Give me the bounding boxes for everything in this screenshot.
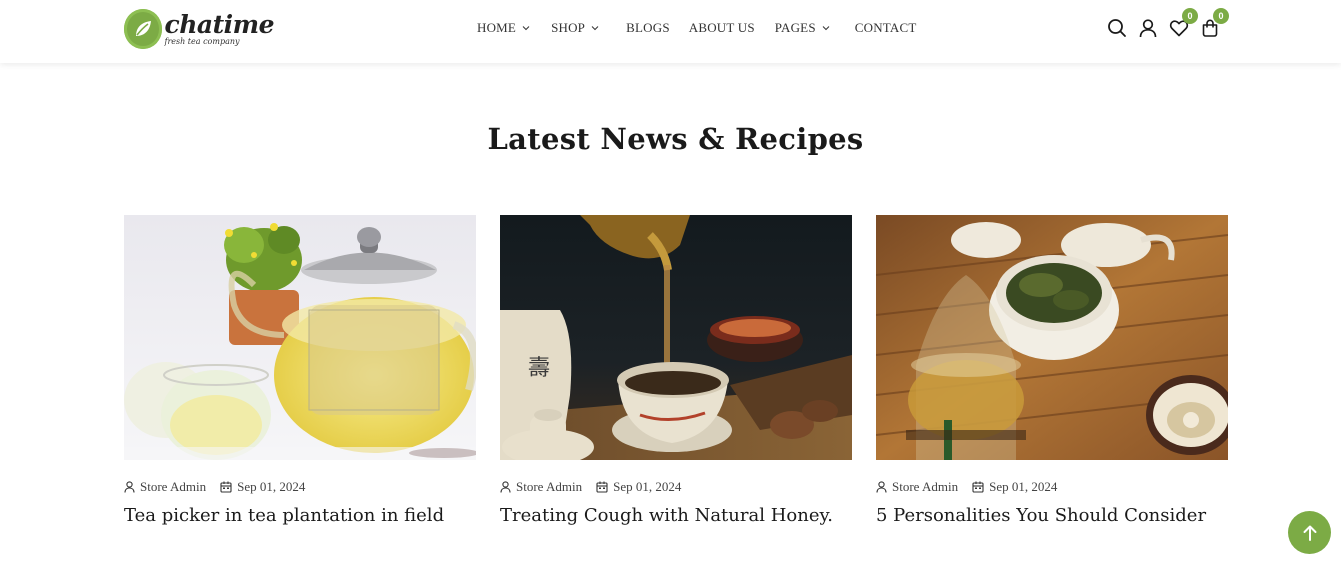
svg-text:壽: 壽: [528, 356, 550, 381]
blog-card-image[interactable]: [124, 215, 476, 460]
account-button[interactable]: [1137, 17, 1159, 39]
main-nav: HOME SHOP BLOGS ABOUT US PAGES CONTACT: [477, 0, 917, 56]
user-icon: [1139, 19, 1157, 38]
blog-card-meta: Store Admin Sep 01, 2024: [500, 479, 852, 495]
nav-item-home[interactable]: HOME: [477, 20, 530, 36]
glass-teapot-photo: [124, 215, 476, 460]
blog-card: 壽 Store Admin Sep 01, 2024 Treating Coug…: [500, 215, 852, 526]
nav-item-label: BLOGS: [626, 20, 670, 35]
post-date-text: Sep 01, 2024: [989, 479, 1058, 494]
post-author[interactable]: Store Admin: [124, 479, 206, 495]
post-date: Sep 01, 2024: [220, 479, 305, 495]
search-icon: [1108, 19, 1126, 37]
post-title-link[interactable]: 5 Personalities You Should Consider: [876, 505, 1228, 526]
post-title-link[interactable]: Treating Cough with Natural Honey.: [500, 505, 852, 526]
tea-set-tray-photo: [876, 215, 1228, 460]
nav-item-shop[interactable]: SHOP: [551, 20, 599, 36]
brand-name: chatime: [164, 10, 274, 39]
nav-item-blogs[interactable]: BLOGS: [626, 20, 670, 36]
cart-button[interactable]: 0: [1199, 8, 1229, 39]
nav-item-label: PAGES: [774, 20, 816, 35]
leaf-logo-icon: [124, 9, 163, 49]
nav-item-label: CONTACT: [854, 20, 917, 35]
wishlist-count-badge: 0: [1182, 8, 1198, 24]
post-date: Sep 01, 2024: [972, 479, 1057, 495]
nav-item-pages[interactable]: PAGES: [775, 20, 830, 36]
post-date: Sep 01, 2024: [596, 479, 681, 495]
section-title: Latest News & Recipes: [487, 122, 864, 156]
chevron-down-icon: [591, 26, 599, 31]
blog-card-image[interactable]: 壽: [500, 215, 852, 460]
blog-card-meta: Store Admin Sep 01, 2024: [124, 479, 476, 495]
blog-card: Store Admin Sep 01, 2024 5 Personalities…: [876, 215, 1228, 526]
brand-logo[interactable]: chatime fresh tea company: [124, 4, 274, 54]
post-date-text: Sep 01, 2024: [613, 479, 682, 494]
calendar-icon: [972, 481, 984, 493]
blog-card-meta: Store Admin Sep 01, 2024: [876, 479, 1228, 495]
pouring-tea-photo: 壽: [500, 215, 852, 460]
user-icon: [500, 481, 511, 493]
arrow-up-icon: [1303, 525, 1316, 541]
calendar-icon: [220, 481, 232, 493]
post-author[interactable]: Store Admin: [876, 479, 958, 495]
blog-card: Store Admin Sep 01, 2024 Tea picker in t…: [124, 215, 476, 526]
nav-item-label: ABOUT US: [688, 20, 755, 35]
chevron-down-icon: [822, 26, 830, 31]
nav-item-label: SHOP: [551, 20, 586, 35]
user-icon: [124, 481, 135, 493]
post-author-name: Store Admin: [892, 479, 959, 494]
nav-item-label: HOME: [477, 20, 517, 35]
brand-tagline: fresh tea company: [164, 37, 240, 46]
nav-item-about-us[interactable]: ABOUT US: [689, 20, 755, 36]
chevron-down-icon: [522, 26, 530, 31]
post-author-name: Store Admin: [516, 479, 583, 494]
nav-item-contact[interactable]: CONTACT: [855, 20, 917, 36]
post-date-text: Sep 01, 2024: [237, 479, 306, 494]
site-header: chatime fresh tea company HOME SHOP BLOG…: [0, 0, 1341, 63]
blog-card-image[interactable]: [876, 215, 1228, 460]
cart-count-badge: 0: [1213, 8, 1229, 24]
search-button[interactable]: [1106, 17, 1128, 39]
post-author[interactable]: Store Admin: [500, 479, 582, 495]
user-icon: [876, 481, 887, 493]
wishlist-button[interactable]: 0: [1168, 8, 1198, 39]
scroll-to-top-button[interactable]: [1288, 511, 1331, 554]
post-author-name: Store Admin: [140, 479, 207, 494]
calendar-icon: [596, 481, 608, 493]
header-actions: 0 0: [1106, 8, 1229, 40]
post-title-link[interactable]: Tea picker in tea plantation in field: [124, 505, 476, 526]
blog-post-list: Store Admin Sep 01, 2024 Tea picker in t…: [124, 215, 1228, 526]
